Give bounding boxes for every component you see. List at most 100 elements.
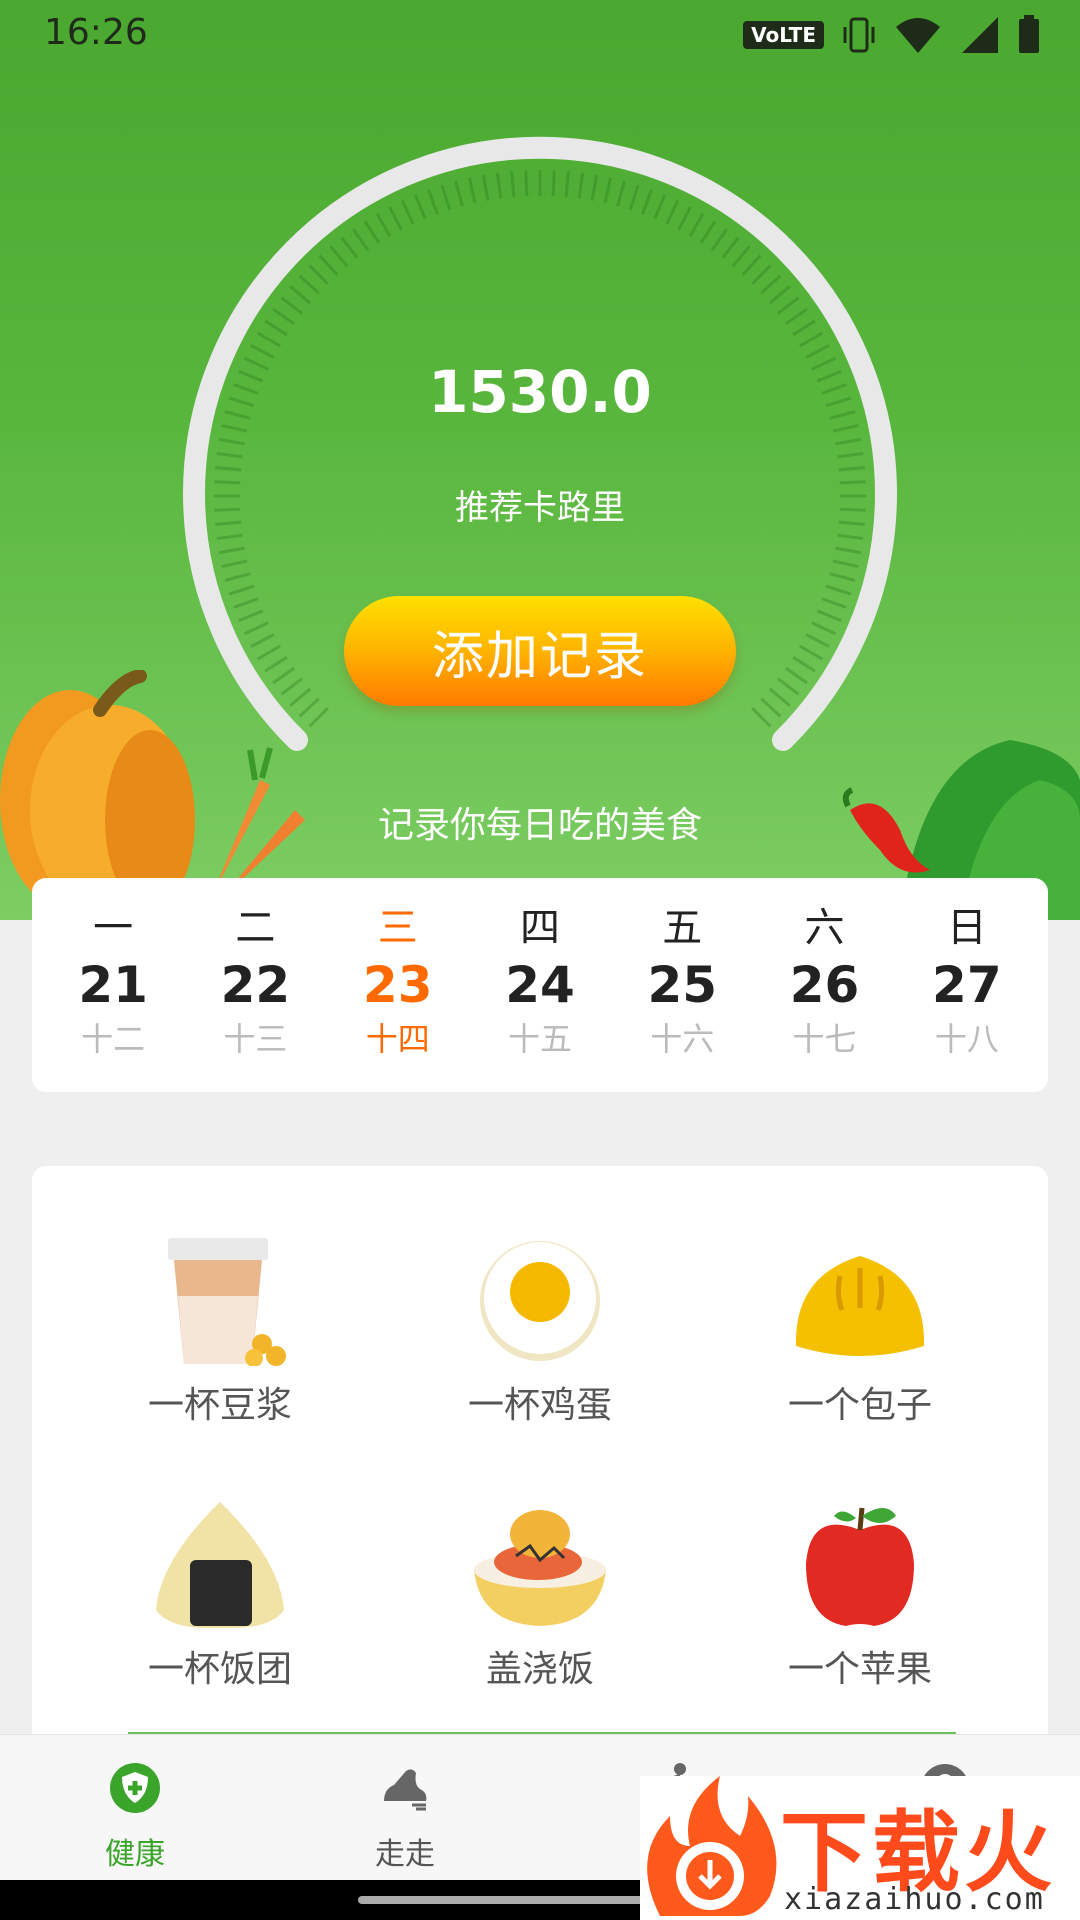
gauge-tick	[603, 177, 613, 204]
gauge-tick	[768, 285, 791, 305]
lunar-date: 十三	[223, 1020, 288, 1058]
gauge-tick	[524, 170, 529, 197]
gauge-tick	[777, 677, 800, 696]
gauge-tick	[653, 194, 667, 220]
gauge-tick	[218, 546, 245, 555]
gauge-tick	[495, 172, 503, 199]
status-icons: VoLTE	[743, 12, 1040, 58]
gauge-tick	[228, 584, 255, 596]
food-item-rice-bowl[interactable]: 盖浇饭	[390, 1460, 690, 1690]
gauge-tick	[832, 559, 859, 569]
gauge-tick	[665, 199, 680, 225]
food-item-rice-ball[interactable]: 一杯饭团	[70, 1460, 370, 1690]
gauge-tick	[510, 171, 516, 198]
lunar-date: 十八	[934, 1020, 999, 1058]
calendar-day-26[interactable]: 六 26 十七	[765, 902, 885, 1068]
date-number: 25	[647, 956, 718, 1014]
gauge-tick	[298, 274, 320, 295]
gauge-tick	[741, 254, 762, 276]
lunar-date: 十五	[507, 1020, 572, 1058]
lunar-date: 十七	[792, 1020, 857, 1058]
gauge-tick	[272, 307, 296, 326]
calendar-day-21[interactable]: 一 21 十二	[53, 902, 173, 1068]
gauge-tick	[811, 621, 837, 636]
lunar-date: 十六	[650, 1020, 715, 1058]
gauge-tick	[751, 707, 772, 728]
gauge-tick	[699, 220, 717, 244]
food-item-bun[interactable]: 一个包子	[710, 1196, 1010, 1426]
gauge-tick	[590, 174, 599, 201]
gauge-tick	[577, 172, 585, 199]
date-number: 27	[932, 956, 1002, 1014]
wifi-icon	[896, 18, 940, 53]
gauge-tick	[481, 174, 490, 201]
date-number: 26	[789, 956, 860, 1014]
nav-health[interactable]: 健康	[0, 1735, 270, 1881]
gauge-tick	[677, 206, 692, 231]
gauge-tick	[400, 199, 415, 225]
weekday-label: 三	[377, 905, 418, 951]
food-grid: 一杯豆浆 一杯鸡蛋 一个包子 一杯饭团 盖浇饭 一个苹果	[32, 1166, 1048, 1746]
gauge-tick	[440, 184, 452, 211]
gauge-tick	[721, 236, 740, 259]
gauge-tick	[805, 633, 830, 648]
nav-walk[interactable]: 走走	[270, 1735, 540, 1881]
gauge-tick	[467, 177, 477, 204]
gauge-tick	[250, 633, 275, 648]
gauge-tick	[805, 344, 830, 359]
nav-label: 走走	[375, 1837, 435, 1872]
gauge-tick	[760, 274, 782, 295]
calendar-day-23[interactable]: 三 23 十四	[338, 902, 458, 1068]
egg-icon	[480, 1241, 600, 1361]
gauge-tick	[825, 584, 852, 596]
lunar-date: 十二	[81, 1020, 146, 1058]
gauge-tick	[308, 264, 329, 285]
gauge-tick	[221, 423, 248, 433]
gauge-tick	[799, 644, 824, 661]
calendar-day-22[interactable]: 二 22 十三	[195, 902, 315, 1068]
food-item-soymilk[interactable]: 一杯豆浆	[70, 1196, 370, 1426]
food-label: 一杯饭团	[147, 1649, 292, 1690]
gauge-tick	[216, 451, 243, 459]
weekday-label: 五	[662, 905, 703, 951]
gauge-tick	[329, 245, 349, 268]
gauge-tick	[233, 597, 259, 609]
calendar-day-27[interactable]: 日 27 十八	[907, 902, 1027, 1068]
calendar-day-25[interactable]: 五 25 十六	[622, 902, 742, 1068]
gauge-tick	[641, 189, 653, 215]
date-number: 24	[505, 956, 575, 1014]
shoe-icon	[384, 1769, 427, 1811]
food-label: 一杯鸡蛋	[467, 1385, 612, 1426]
gauge-tick	[238, 609, 264, 623]
food-item-apple[interactable]: 一个苹果	[710, 1460, 1010, 1690]
gauge-tick	[564, 171, 570, 198]
gauge-tick	[224, 572, 251, 582]
gauge-tick	[835, 437, 862, 446]
status-time: 16:26	[44, 12, 148, 53]
gauge-tick	[768, 687, 791, 707]
date-number: 22	[220, 956, 291, 1014]
rice-ball-icon	[156, 1502, 284, 1629]
gauge-tick	[427, 189, 439, 215]
calorie-label: 推荐卡路里	[455, 488, 625, 528]
food-item-egg[interactable]: 一杯鸡蛋	[390, 1196, 690, 1426]
gauge-tick	[792, 655, 816, 673]
gauge-tick	[835, 546, 862, 555]
battery-icon	[1019, 15, 1039, 53]
weekday-label: 四	[519, 905, 560, 951]
food-label: 一杯豆浆	[147, 1385, 292, 1426]
calendar-day-24[interactable]: 四 24 十五	[480, 902, 600, 1068]
gauge-tick	[375, 212, 392, 237]
watermark: 下载火 xiazaihuo.com	[640, 1776, 1080, 1920]
health-shield-icon	[110, 1763, 160, 1813]
add-record-button[interactable]: 添加记录	[344, 596, 736, 706]
gauge-tick	[837, 451, 864, 459]
gauge-tick	[340, 236, 359, 259]
apple-icon	[806, 1507, 914, 1626]
flame-logo-icon	[647, 1776, 777, 1916]
gauge-tick	[250, 344, 275, 359]
gauge-tick	[837, 533, 864, 541]
gauge-tick	[218, 437, 245, 446]
nav-label: 健康	[105, 1837, 165, 1872]
gauge-tick	[688, 212, 705, 237]
